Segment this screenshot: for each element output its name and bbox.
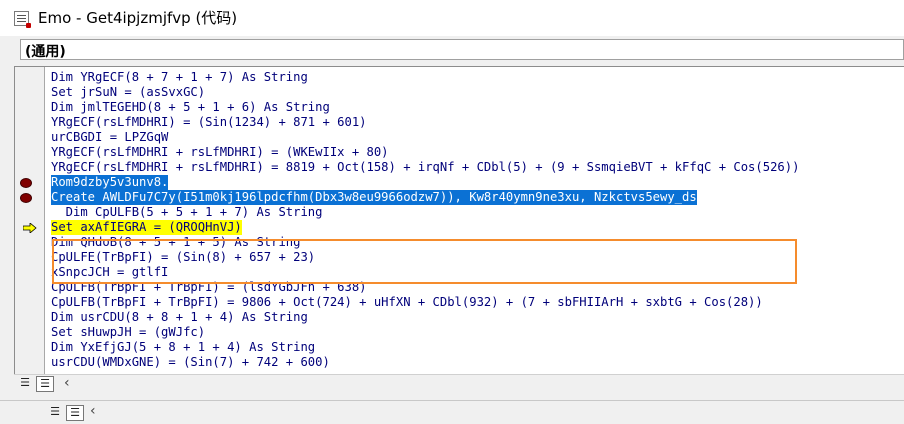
procedure-view-icon-outer[interactable]: ☰ — [46, 405, 64, 421]
code-editor[interactable]: Dim YRgECF(8 + 7 + 1 + 7) As String Set j… — [14, 66, 904, 392]
code-line[interactable]: YRgECF(rsLfMDHRI + rsLfMDHRI) = 8819 + O… — [51, 160, 799, 175]
window-title: Emo - Get4ipjzmjfvp (代码) — [38, 9, 238, 27]
code-line[interactable]: Dim YxEfjGJ(5 + 8 + 1 + 4) As String — [51, 340, 315, 355]
code-line[interactable]: Dim usrCDU(8 + 8 + 1 + 4) As String — [51, 310, 308, 325]
code-window-icon — [14, 11, 31, 28]
code-line[interactable]: Dim QHdoB(8 + 5 + 1 + 5) As String — [51, 235, 300, 250]
breakpoint-icon[interactable] — [20, 178, 32, 188]
code-line[interactable]: Rom9dzby5v3unv8. — [51, 175, 169, 190]
scroll-left-icon-outer[interactable]: ‹ — [90, 403, 96, 419]
code-line[interactable]: Set sHuwpJH = (gWJfc) — [51, 325, 205, 340]
code-line[interactable]: YRgECF(rsLfMDHRI) = (Sin(1234) + 871 + 6… — [51, 115, 367, 130]
procedure-view-icon[interactable]: ☰ — [16, 376, 34, 392]
object-combo-value: (通用) — [25, 44, 66, 60]
code-line[interactable]: Create AWLDFu7C7y(I51m0kj196lpdcfhm(Dbx3… — [51, 190, 697, 205]
title-bar: Emo - Get4ipjzmjfvp (代码) — [0, 0, 904, 36]
breakpoint-icon[interactable] — [20, 193, 32, 203]
full-module-view-icon[interactable]: ☰ — [36, 376, 54, 392]
code-line[interactable]: Dim jmlTEGEHD(8 + 5 + 1 + 6) As String — [51, 100, 330, 115]
object-combo[interactable]: (通用) — [20, 39, 904, 60]
code-line[interactable]: CpULFE(TrBpFI) = (Sin(8) + 657 + 23) — [51, 250, 315, 265]
code-line[interactable]: CpULFB(TrBpFI + TrBpFI) = 9806 + Oct(724… — [51, 295, 763, 310]
code-line[interactable]: Set axAfIEGRA = (QROQHnVJ) — [51, 220, 242, 235]
code-line[interactable]: Set jrSuN = (asSvxGC) — [51, 85, 205, 100]
outer-footer-bar: ☰ ☰ ‹ — [0, 400, 904, 424]
code-line[interactable]: urCBGDI = LPZGqW — [51, 130, 168, 145]
code-line[interactable]: Dim YRgECF(8 + 7 + 1 + 7) As String — [51, 70, 308, 85]
code-line[interactable]: usrCDU(WMDxGNE) = (Sin(7) + 742 + 600) — [51, 355, 330, 370]
full-module-view-icon-outer[interactable]: ☰ — [66, 405, 84, 421]
code-line[interactable]: CpULFB(TrBpFI + TrBpFI) = (lsdYGbJFn + 6… — [51, 280, 367, 295]
code-line[interactable]: xSnpcJCH = gtlfI — [51, 265, 168, 280]
editor-footer-bar: ☰ ☰ ‹ — [14, 374, 904, 392]
execution-arrow-icon — [23, 223, 37, 233]
code-line[interactable]: Dim CpULFB(5 + 5 + 1 + 7) As String — [51, 205, 323, 220]
code-line[interactable]: YRgECF(rsLfMDHRI + rsLfMDHRI) = (WKEwIIx… — [51, 145, 389, 160]
scroll-left-icon[interactable]: ‹ — [64, 375, 70, 391]
